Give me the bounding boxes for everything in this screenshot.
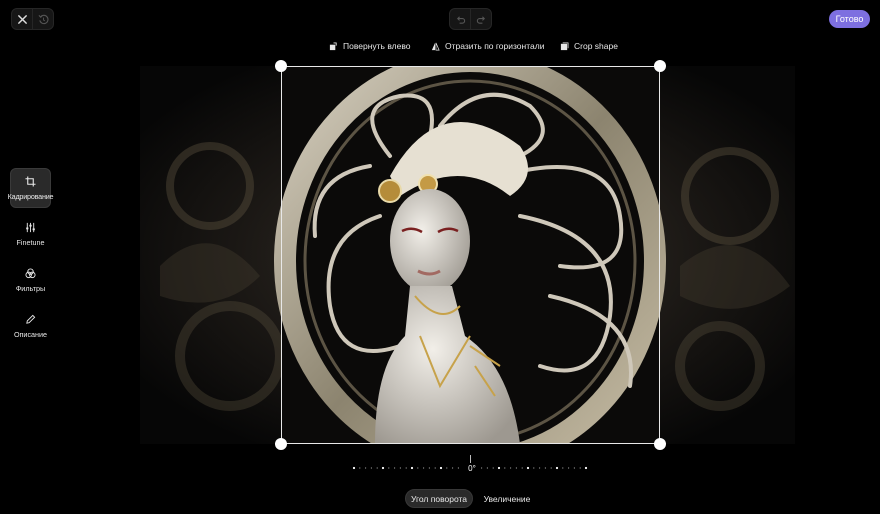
- sliders-icon: [26, 222, 35, 232]
- tool-sidebar: Кадрирование Finetune Фильтры Описание: [7, 168, 54, 352]
- sidebar-item-crop[interactable]: Кадрирование: [7, 168, 54, 208]
- rotation-dial-tick: [381, 466, 385, 470]
- crop-handle-top-left[interactable]: [275, 60, 287, 72]
- done-button[interactable]: Готово: [829, 10, 870, 28]
- rotation-dial-tick: [434, 467, 436, 469]
- rotation-dial-tick: [405, 467, 407, 469]
- rotation-dial-tick: [452, 467, 454, 469]
- sidebar-item-label: Finetune: [16, 237, 45, 247]
- pencil-icon: [26, 314, 36, 324]
- rotation-dial-tick: [579, 467, 581, 469]
- flip-horizontal-label: Отразить по горизонтали: [445, 41, 545, 51]
- crop-handle-top-right[interactable]: [654, 60, 666, 72]
- crop-shape-button[interactable]: Crop shape: [560, 38, 618, 54]
- crop-frame[interactable]: [281, 66, 660, 444]
- crop-shape-label: Crop shape: [574, 41, 618, 51]
- rotation-dial-tick: [439, 466, 443, 470]
- top-bar: Готово: [0, 0, 880, 38]
- close-icon: [17, 14, 27, 24]
- revert-icon: [38, 14, 49, 24]
- rotation-value: 0°: [468, 464, 476, 473]
- crop-handle-bottom-right[interactable]: [654, 438, 666, 450]
- sidebar-item-label: Фильтры: [15, 283, 46, 293]
- rotate-left-button[interactable]: Повернуть влево: [329, 38, 411, 54]
- rotation-dial-tick: [504, 467, 506, 469]
- sidebar-item-finetune[interactable]: Finetune: [10, 214, 51, 254]
- crop-toolbar: Повернуть влево Отразить по горизонтали …: [0, 38, 880, 56]
- close-button[interactable]: [11, 8, 33, 30]
- rotation-dial-tick: [446, 467, 448, 469]
- rotation-dial-tick: [394, 467, 396, 469]
- rotation-dial-tick: [515, 467, 517, 469]
- sidebar-item-filters[interactable]: Фильтры: [10, 260, 51, 300]
- crop-shape-icon: [560, 42, 569, 50]
- filters-icon: [25, 267, 36, 278]
- rotation-dial-tick: [399, 467, 401, 469]
- rotation-dial-tick: [352, 466, 356, 470]
- rotation-dial-tick: [492, 467, 494, 469]
- rotation-dial-tick: [359, 467, 361, 469]
- rotation-dial-tick: [457, 467, 459, 469]
- rotation-dial-tick: [584, 466, 588, 470]
- tab-zoom[interactable]: Увеличение: [479, 489, 535, 508]
- redo-button[interactable]: [470, 8, 492, 30]
- crop-handle-bottom-left[interactable]: [275, 438, 287, 450]
- rotate-left-label: Повернуть влево: [343, 41, 411, 51]
- rotation-dial-tick: [539, 467, 541, 469]
- rotation-dial-tick: [388, 467, 390, 469]
- rotation-dial-tick: [573, 467, 575, 469]
- redo-icon: [476, 15, 485, 24]
- revert-button[interactable]: [32, 8, 54, 30]
- rotation-dial-tick: [370, 467, 372, 469]
- rotation-dial-tick: [510, 467, 512, 469]
- rotation-dial-tick: [568, 467, 570, 469]
- rotation-dial-tick: [410, 466, 414, 470]
- crop-icon: [25, 175, 36, 187]
- rotation-dial-tick: [376, 467, 378, 469]
- rotation-dial-tick: [423, 467, 425, 469]
- rotation-dial-tick: [428, 467, 430, 469]
- sidebar-item-label: Описание: [13, 329, 48, 339]
- rotation-dial-tick: [526, 466, 530, 470]
- rotation-dial-tick: [365, 467, 367, 469]
- flip-horizontal-icon: [431, 42, 440, 50]
- rotation-dial-tick: [533, 467, 535, 469]
- sidebar-item-label: Кадрирование: [7, 191, 54, 201]
- rotation-dial-tick: [562, 467, 564, 469]
- sidebar-item-annotate[interactable]: Описание: [10, 306, 51, 346]
- rotation-dial-tick: [555, 466, 559, 470]
- rotation-dial-tick: [521, 467, 523, 469]
- undo-button[interactable]: [449, 8, 471, 30]
- flip-horizontal-button[interactable]: Отразить по горизонтали: [431, 38, 544, 54]
- undo-icon: [456, 15, 465, 24]
- rotate-left-icon: [329, 41, 337, 50]
- rotation-dial-tick: [544, 467, 546, 469]
- rotation-dial-tick: [486, 467, 488, 469]
- rotation-dial-tick: [550, 467, 552, 469]
- rotation-dial-tick: [417, 467, 419, 469]
- tab-rotation-angle[interactable]: Угол поворота: [405, 489, 473, 508]
- rotation-dial-tick: [497, 466, 501, 470]
